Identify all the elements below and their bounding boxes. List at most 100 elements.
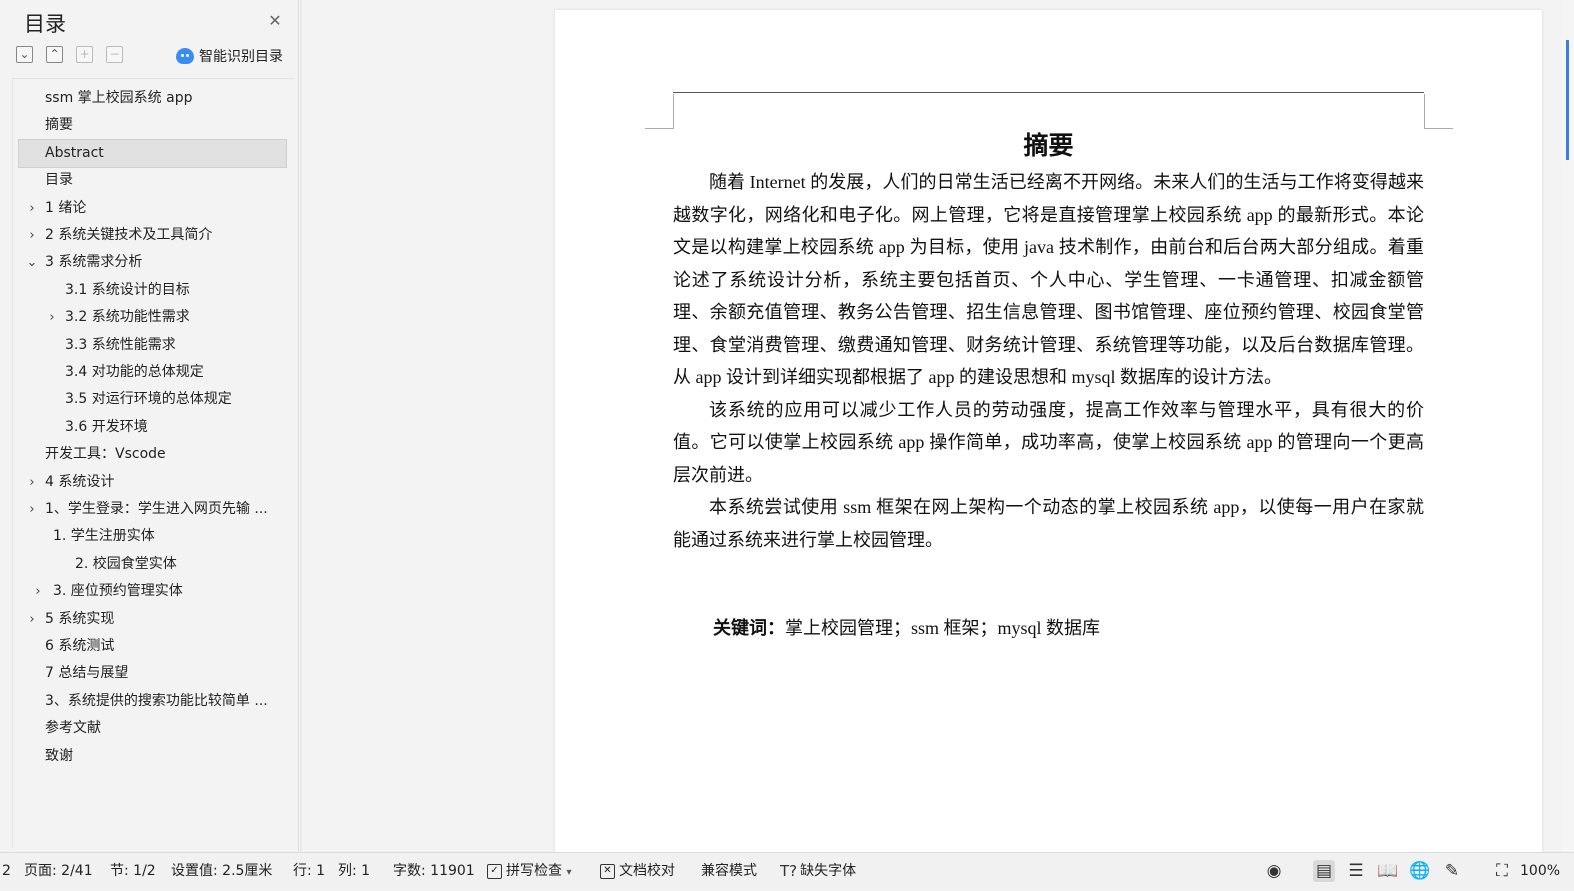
toc-item[interactable]: 3.4 对功能的总体规定 xyxy=(19,359,286,386)
toc-item-label: 2. 校园食堂实体 xyxy=(75,555,177,572)
toc-item-label: 参考文献 xyxy=(45,720,101,737)
smart-toc-button[interactable]: 智能识别目录 xyxy=(176,46,283,66)
keywords-text: 掌上校园管理；ssm 框架；mysql 数据库 xyxy=(785,618,1101,638)
collapse-all-icon[interactable]: ⌄ xyxy=(16,46,33,63)
toc-item[interactable]: ⌄ 3 系统需求分析 xyxy=(19,249,286,276)
document-body[interactable]: 随着 Internet 的发展，人们的日常生活已经离不开网络。未来人们的生活与工… xyxy=(673,166,1424,556)
toc-item[interactable]: 3.3 系统性能需求 xyxy=(19,332,286,359)
smart-toc-label: 智能识别目录 xyxy=(199,49,283,65)
toc-item[interactable]: 3、系统提供的搜索功能比较简单 ... xyxy=(19,688,286,715)
toc-item-label: 2 系统关键技术及工具简介 xyxy=(45,227,213,243)
toc-item-label: 1 绪论 xyxy=(45,199,87,216)
outline-view-icon[interactable]: ☰ xyxy=(1345,860,1367,882)
toc-item-label: 3、系统提供的搜索功能比较简单 ... xyxy=(45,692,268,709)
write-mode-icon[interactable]: ✎ xyxy=(1441,860,1463,882)
chevron-right-icon[interactable]: › xyxy=(25,606,39,633)
status-setting[interactable]: 设置值: 2.5厘米 xyxy=(171,853,272,889)
toc-item[interactable]: 6 系统测试 xyxy=(19,633,286,660)
status-page[interactable]: 页面: 2/41 xyxy=(24,853,93,889)
toc-item-label: 致谢 xyxy=(45,747,73,764)
proofread-button[interactable]: ✕ 文档校对 xyxy=(600,853,675,889)
toc-item-label: 1、学生登录：学生进入网页先输 ... xyxy=(45,501,268,517)
toc-item-label: 目录 xyxy=(45,172,73,189)
eye-protect-icon[interactable]: ◉ xyxy=(1263,860,1285,882)
toc-item-label: 6 系统测试 xyxy=(45,638,115,654)
spellcheck-icon: ✓ xyxy=(487,863,502,879)
reading-view-icon[interactable]: 📖 xyxy=(1377,860,1399,882)
chevron-right-icon[interactable]: › xyxy=(45,304,59,331)
toc-item-label: 4 系统设计 xyxy=(45,473,115,490)
missing-font-button[interactable]: T? 缺失字体 xyxy=(780,853,856,889)
toc-item[interactable]: 1. 学生注册实体 xyxy=(19,523,286,550)
toc-item[interactable]: › 2 系统关键技术及工具简介 xyxy=(19,222,286,249)
status-bar: 2 页面: 2/41 节: 1/2 设置值: 2.5厘米 行: 1 列: 1 字… xyxy=(0,852,1574,890)
keywords-label: 关键词： xyxy=(713,618,785,638)
fit-page-icon[interactable]: ⛶ xyxy=(1491,860,1513,882)
toc-item[interactable]: Abstract xyxy=(18,138,287,168)
toc-item-label: 1. 学生注册实体 xyxy=(53,528,155,545)
chevron-right-icon[interactable]: › xyxy=(25,195,39,222)
missing-font-label: 缺失字体 xyxy=(800,863,857,879)
chevron-down-icon[interactable]: ⌄ xyxy=(25,249,39,276)
header-line xyxy=(673,92,1424,93)
dropdown-icon: ▾ xyxy=(566,867,572,878)
add-heading-icon[interactable]: + xyxy=(76,46,93,63)
margin-corner-right xyxy=(1424,94,1453,129)
document-page[interactable]: 摘要 随着 Internet 的发展，人们的日常生活已经离不开网络。未来人们的生… xyxy=(555,10,1542,852)
status-wordcount[interactable]: 字数: 11901 xyxy=(393,853,475,889)
chevron-right-icon[interactable]: › xyxy=(25,222,39,249)
paragraph-3: 本系统尝试使用 ssm 框架在网上架构一个动态的掌上校园系统 app，以使每一用… xyxy=(673,497,1424,550)
toc-item-label: 5 系统实现 xyxy=(45,610,115,627)
zoom-level[interactable]: 100% xyxy=(1520,853,1560,889)
toc-item[interactable]: 开发工具：Vscode xyxy=(19,441,286,468)
toc-item[interactable]: 2. 校园食堂实体 xyxy=(19,551,286,578)
toc-item-label: 3.4 对功能的总体规定 xyxy=(65,364,204,380)
toc-item[interactable]: ssm 掌上校园系统 app xyxy=(19,85,286,112)
toc-panel: 目录 ✕ ⌄ ⌃ + − 智能识别目录 ssm 掌上校园系统 app 摘要 Abst… xyxy=(0,0,299,852)
toc-item[interactable]: 致谢 xyxy=(19,743,286,770)
toc-item[interactable]: › 1 绪论 xyxy=(19,195,286,222)
paragraph-2: 该系统的应用可以减少工作人员的劳动强度，提高工作效率与管理水平，具有很大的价值。… xyxy=(673,399,1424,485)
right-scrollbar[interactable] xyxy=(1562,0,1574,852)
toc-item[interactable]: 目录 xyxy=(19,167,286,194)
toc-item-label: ssm 掌上校园系统 app xyxy=(45,90,193,106)
toc-item[interactable]: › 3. 座位预约管理实体 xyxy=(19,578,286,605)
web-view-icon[interactable]: 🌐 xyxy=(1409,860,1431,882)
toc-item[interactable]: 3.6 开发环境 xyxy=(19,414,286,441)
toc-title: 目录 xyxy=(24,12,66,36)
toc-item-label: 3 系统需求分析 xyxy=(45,254,143,271)
toc-item[interactable]: 3.1 系统设计的目标 xyxy=(19,277,286,304)
document-area: 摘要 随着 Internet 的发展，人们的日常生活已经离不开网络。未来人们的生… xyxy=(302,0,1562,852)
page-view-icon[interactable]: ▤ xyxy=(1313,860,1335,882)
smart-ai-icon xyxy=(176,48,194,64)
toc-item[interactable]: 3.5 对运行环境的总体规定 xyxy=(19,386,286,413)
spellcheck-button[interactable]: ✓ 拼写检查 ▾ xyxy=(487,853,571,889)
toc-item-label: 3.5 对运行环境的总体规定 xyxy=(65,391,232,408)
toc-item[interactable]: › 5 系统实现 xyxy=(19,606,286,633)
toc-item[interactable]: › 3.2 系统功能性需求 xyxy=(19,304,286,331)
status-col: 列: 1 xyxy=(338,863,371,879)
toc-item-label: 摘要 xyxy=(45,117,73,134)
toc-item-label: Abstract xyxy=(45,144,104,161)
expand-up-icon[interactable]: ⌃ xyxy=(46,46,63,63)
toc-item-label: 开发工具：Vscode xyxy=(45,446,166,463)
toc-item-label: 3.1 系统设计的目标 xyxy=(65,281,190,298)
compat-mode[interactable]: 兼容模式 xyxy=(701,853,757,889)
document-title: 摘要 xyxy=(1023,131,1074,160)
toc-item[interactable]: › 1、学生登录：学生进入网页先输 ... xyxy=(19,496,286,523)
toc-item[interactable]: 7 总结与展望 xyxy=(19,660,286,687)
toc-item[interactable]: 摘要 xyxy=(19,112,286,139)
toc-item-label: 3.3 系统性能需求 xyxy=(65,336,176,353)
toc-list: ssm 掌上校园系统 app 摘要 Abstract 目录 › 1 绪论 › 2 系统关键技术… xyxy=(12,78,295,849)
chevron-right-icon[interactable]: › xyxy=(31,578,45,605)
chevron-right-icon[interactable]: › xyxy=(25,469,39,496)
remove-heading-icon[interactable]: − xyxy=(106,46,123,63)
status-first: 2 xyxy=(2,863,11,879)
toc-item[interactable]: › 4 系统设计 xyxy=(19,469,286,496)
close-icon[interactable]: ✕ xyxy=(266,12,284,30)
toc-item-label: 3.2 系统功能性需求 xyxy=(65,309,190,326)
toc-item[interactable]: 参考文献 xyxy=(19,715,286,742)
proofread-label: 文档校对 xyxy=(619,863,675,879)
status-section[interactable]: 节: 1/2 xyxy=(110,853,156,889)
chevron-right-icon[interactable]: › xyxy=(25,496,39,523)
